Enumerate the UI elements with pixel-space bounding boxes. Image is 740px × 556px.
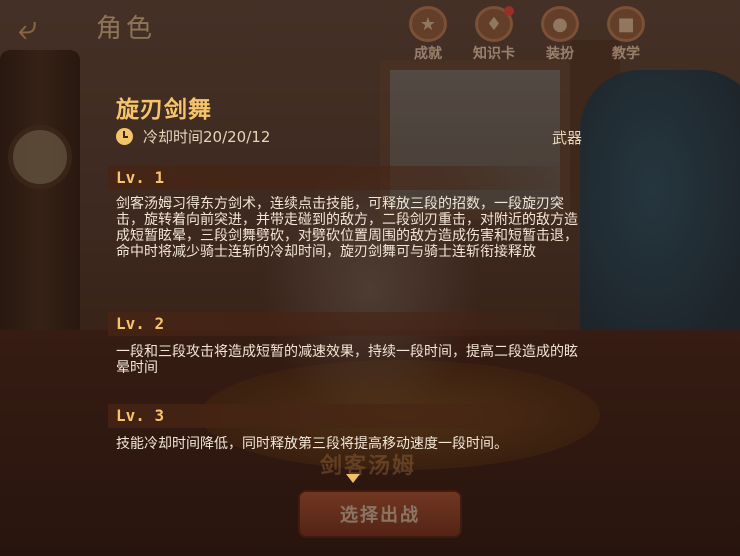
trophy-icon: ★ (409, 6, 447, 42)
select-battle-button[interactable]: 选择出战 (298, 490, 462, 538)
level-header: Lv. 2 (108, 312, 588, 336)
back-button[interactable]: ⤶ (18, 10, 78, 46)
book-icon: ■ (607, 6, 645, 42)
level-label: Lv. 1 (116, 168, 165, 187)
level-label: Lv. 2 (116, 314, 165, 333)
notification-badge (504, 6, 514, 16)
cooldown-text: 冷却时间20/20/12 (143, 128, 271, 146)
outfit-icon: ● (541, 6, 579, 42)
cooldown-row: 冷却时间20/20/12 (116, 126, 270, 147)
level-header: Lv. 1 (108, 166, 588, 190)
nav-tutorial-button[interactable]: ■ 教学 (600, 6, 652, 62)
nav-achievement-button[interactable]: ★ 成就 (402, 6, 454, 62)
nav-label: 成就 (414, 46, 442, 62)
skill-category: 武器 (552, 129, 583, 147)
level-description: 剑客汤姆习得东方剑术，连续点击技能，可释放三段的招数，一段旋刃突击，旋转着向前突… (116, 196, 578, 260)
nav-label: 知识卡 (473, 46, 515, 62)
back-arrow-icon: ⤶ (18, 8, 38, 48)
skill-name: 旋刃剑舞 (116, 97, 212, 123)
level-description: 一段和三段攻击将造成短暂的减速效果，持续一段时间，提高二段造成的眩晕时间 (116, 344, 578, 376)
nav-outfit-button[interactable]: ● 装扮 (534, 6, 586, 62)
nav-label: 装扮 (546, 46, 574, 62)
level-label: Lv. 3 (116, 406, 165, 425)
page-title: 角色 (96, 14, 157, 44)
level-header: Lv. 3 (108, 404, 588, 428)
clock-icon (116, 128, 133, 145)
character-name-banner: 剑客汤姆 (320, 454, 417, 479)
nav-label: 教学 (612, 46, 640, 62)
nav-knowledge-card-button[interactable]: ♦ 知识卡 (468, 6, 520, 62)
top-nav: ★ 成就 ♦ 知识卡 ● 装扮 ■ 教学 (402, 6, 652, 62)
scroll-down-icon[interactable] (346, 474, 360, 483)
